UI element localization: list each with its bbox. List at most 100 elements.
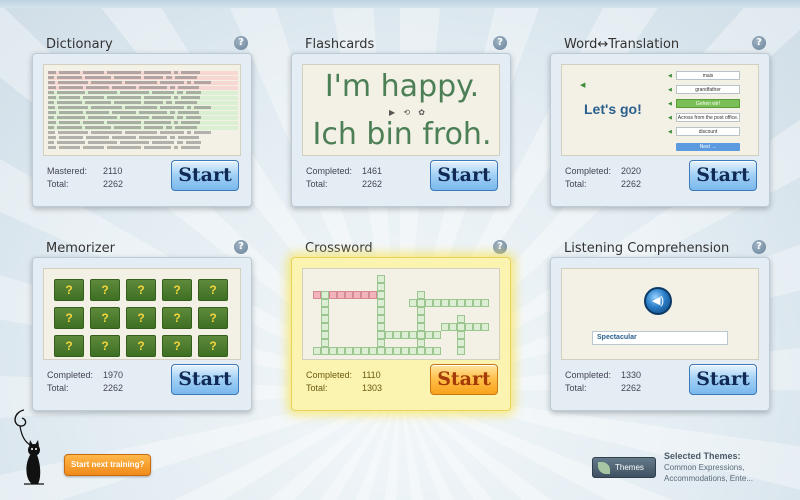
help-icon[interactable]: ? bbox=[752, 240, 766, 254]
memorizer-card: ? bbox=[126, 335, 156, 357]
dictionary-start-button[interactable]: Start bbox=[171, 160, 239, 191]
themes-button[interactable]: Themes bbox=[592, 457, 656, 478]
stat-value: 2262 bbox=[621, 179, 642, 189]
card-word-translation: Word↔Translation ? ◀ Let's go! ◀ mais ◀ … bbox=[550, 36, 770, 217]
crossword-start-button[interactable]: Start bbox=[430, 364, 498, 395]
crossword-cell bbox=[457, 299, 465, 307]
crossword-cell bbox=[321, 291, 329, 299]
start-next-training-button[interactable]: Start next training? bbox=[64, 454, 152, 476]
crossword-cell bbox=[377, 315, 385, 323]
arrow-icon: ◀ bbox=[668, 73, 672, 79]
crossword-cell bbox=[457, 339, 465, 347]
crossword-cell bbox=[409, 347, 417, 355]
crossword-cell bbox=[377, 299, 385, 307]
crossword-cell bbox=[321, 307, 329, 315]
stat-label: Total: bbox=[306, 383, 328, 393]
arrow-icon: ◀ bbox=[668, 129, 672, 135]
flashcard-back-text: Ich bin froh. bbox=[312, 117, 492, 152]
memorizer-card: ? bbox=[198, 307, 228, 329]
card-stats: Completed: 1330 Total: 2262 bbox=[565, 369, 641, 395]
stat-value: 2262 bbox=[362, 179, 383, 189]
memorizer-start-button[interactable]: Start bbox=[171, 364, 239, 395]
answer-option: mais bbox=[676, 71, 740, 80]
flashcards-start-button[interactable]: Start bbox=[430, 160, 498, 191]
crossword-cell bbox=[433, 299, 441, 307]
crossword-preview bbox=[302, 268, 500, 360]
flashcard-controls: ▶ ⟲ ✿ bbox=[389, 108, 429, 117]
listening-start-button[interactable]: Start bbox=[689, 364, 757, 395]
crossword-cell bbox=[433, 347, 441, 355]
crossword-cell bbox=[345, 291, 353, 299]
crossword-cell bbox=[417, 347, 425, 355]
crossword-cell bbox=[393, 347, 401, 355]
cat-mascot-icon bbox=[14, 409, 44, 485]
stat-value: 1110 bbox=[362, 370, 381, 380]
card-listening-comprehension: Listening Comprehension ? ◀) Spectacular… bbox=[550, 240, 770, 421]
card-flashcards: Flashcards ? I'm happy. ▶ ⟲ ✿ Ich bin fr… bbox=[291, 36, 511, 217]
crossword-cell bbox=[417, 315, 425, 323]
stat-value: 1970 bbox=[103, 370, 124, 380]
crossword-cell bbox=[377, 283, 385, 291]
card-title: Listening Comprehension bbox=[564, 241, 730, 256]
dictionary-thumb-row bbox=[48, 101, 238, 105]
card-panel: Completed: 1110 Total: 1303 Start bbox=[291, 257, 511, 411]
stat-label: Total: bbox=[306, 179, 328, 189]
help-icon[interactable]: ? bbox=[234, 36, 248, 50]
memorizer-card: ? bbox=[162, 307, 192, 329]
leaf-icon bbox=[598, 461, 610, 474]
help-icon[interactable]: ? bbox=[493, 36, 507, 50]
crossword-cell bbox=[369, 291, 377, 299]
crossword-cell bbox=[481, 299, 489, 307]
stat-value: 2262 bbox=[103, 383, 124, 393]
help-icon[interactable]: ? bbox=[234, 240, 248, 254]
next-button-thumbnail: Next → bbox=[676, 143, 740, 151]
dictionary-thumb-row bbox=[48, 126, 238, 130]
memorizer-card: ? bbox=[54, 279, 84, 301]
word-translation-start-button[interactable]: Start bbox=[689, 160, 757, 191]
crossword-cell bbox=[473, 299, 481, 307]
crossword-cell bbox=[377, 339, 385, 347]
memorizer-card: ? bbox=[162, 279, 192, 301]
help-icon[interactable]: ? bbox=[752, 36, 766, 50]
dictionary-table-thumbnail bbox=[48, 71, 238, 151]
word-translation-preview: ◀ Let's go! ◀ mais ◀ grandfather ◀ Gehen… bbox=[561, 64, 759, 156]
stat-label: Total: bbox=[565, 179, 587, 189]
card-panel: I'm happy. ▶ ⟲ ✿ Ich bin froh. Completed… bbox=[291, 53, 511, 207]
crossword-cell bbox=[465, 323, 473, 331]
crossword-cell bbox=[481, 323, 489, 331]
listening-answer-field: Spectacular bbox=[592, 331, 728, 345]
flashcards-preview: I'm happy. ▶ ⟲ ✿ Ich bin froh. bbox=[302, 64, 500, 156]
card-stats: Completed: 2020 Total: 2262 bbox=[565, 165, 641, 191]
crossword-cell bbox=[361, 291, 369, 299]
help-icon[interactable]: ? bbox=[493, 240, 507, 254]
crossword-cell bbox=[473, 323, 481, 331]
crossword-cell bbox=[449, 299, 457, 307]
crossword-cell bbox=[345, 347, 353, 355]
crossword-cell bbox=[401, 347, 409, 355]
stat-label: Completed: bbox=[306, 166, 353, 176]
dictionary-thumb-row bbox=[48, 111, 238, 115]
crossword-cell bbox=[441, 299, 449, 307]
crossword-cell bbox=[353, 291, 361, 299]
crossword-cell bbox=[417, 331, 425, 339]
selected-themes-title: Selected Themes: bbox=[664, 451, 741, 461]
stat-value: 2262 bbox=[103, 179, 124, 189]
dictionary-preview bbox=[43, 64, 241, 156]
top-bar bbox=[0, 0, 800, 8]
flashcard-front-text: I'm happy. bbox=[324, 69, 480, 104]
crossword-cell bbox=[377, 275, 385, 283]
dictionary-thumb-row bbox=[48, 116, 238, 120]
crossword-cell bbox=[385, 347, 393, 355]
card-panel: ??????????????? Completed: 1970 Total: 226… bbox=[32, 257, 252, 411]
crossword-cell bbox=[377, 331, 385, 339]
memorizer-card: ? bbox=[90, 307, 120, 329]
card-dictionary: Dictionary ? Mastered: 2110 Total: 2262 St… bbox=[32, 36, 252, 217]
crossword-cell bbox=[329, 291, 337, 299]
crossword-cell bbox=[321, 315, 329, 323]
crossword-cell bbox=[409, 331, 417, 339]
memorizer-card: ? bbox=[126, 307, 156, 329]
crossword-cell bbox=[417, 323, 425, 331]
card-title: Dictionary bbox=[46, 37, 113, 52]
memorizer-card-grid: ??????????????? bbox=[54, 279, 228, 357]
speaker-icon: ◀) bbox=[644, 287, 672, 315]
